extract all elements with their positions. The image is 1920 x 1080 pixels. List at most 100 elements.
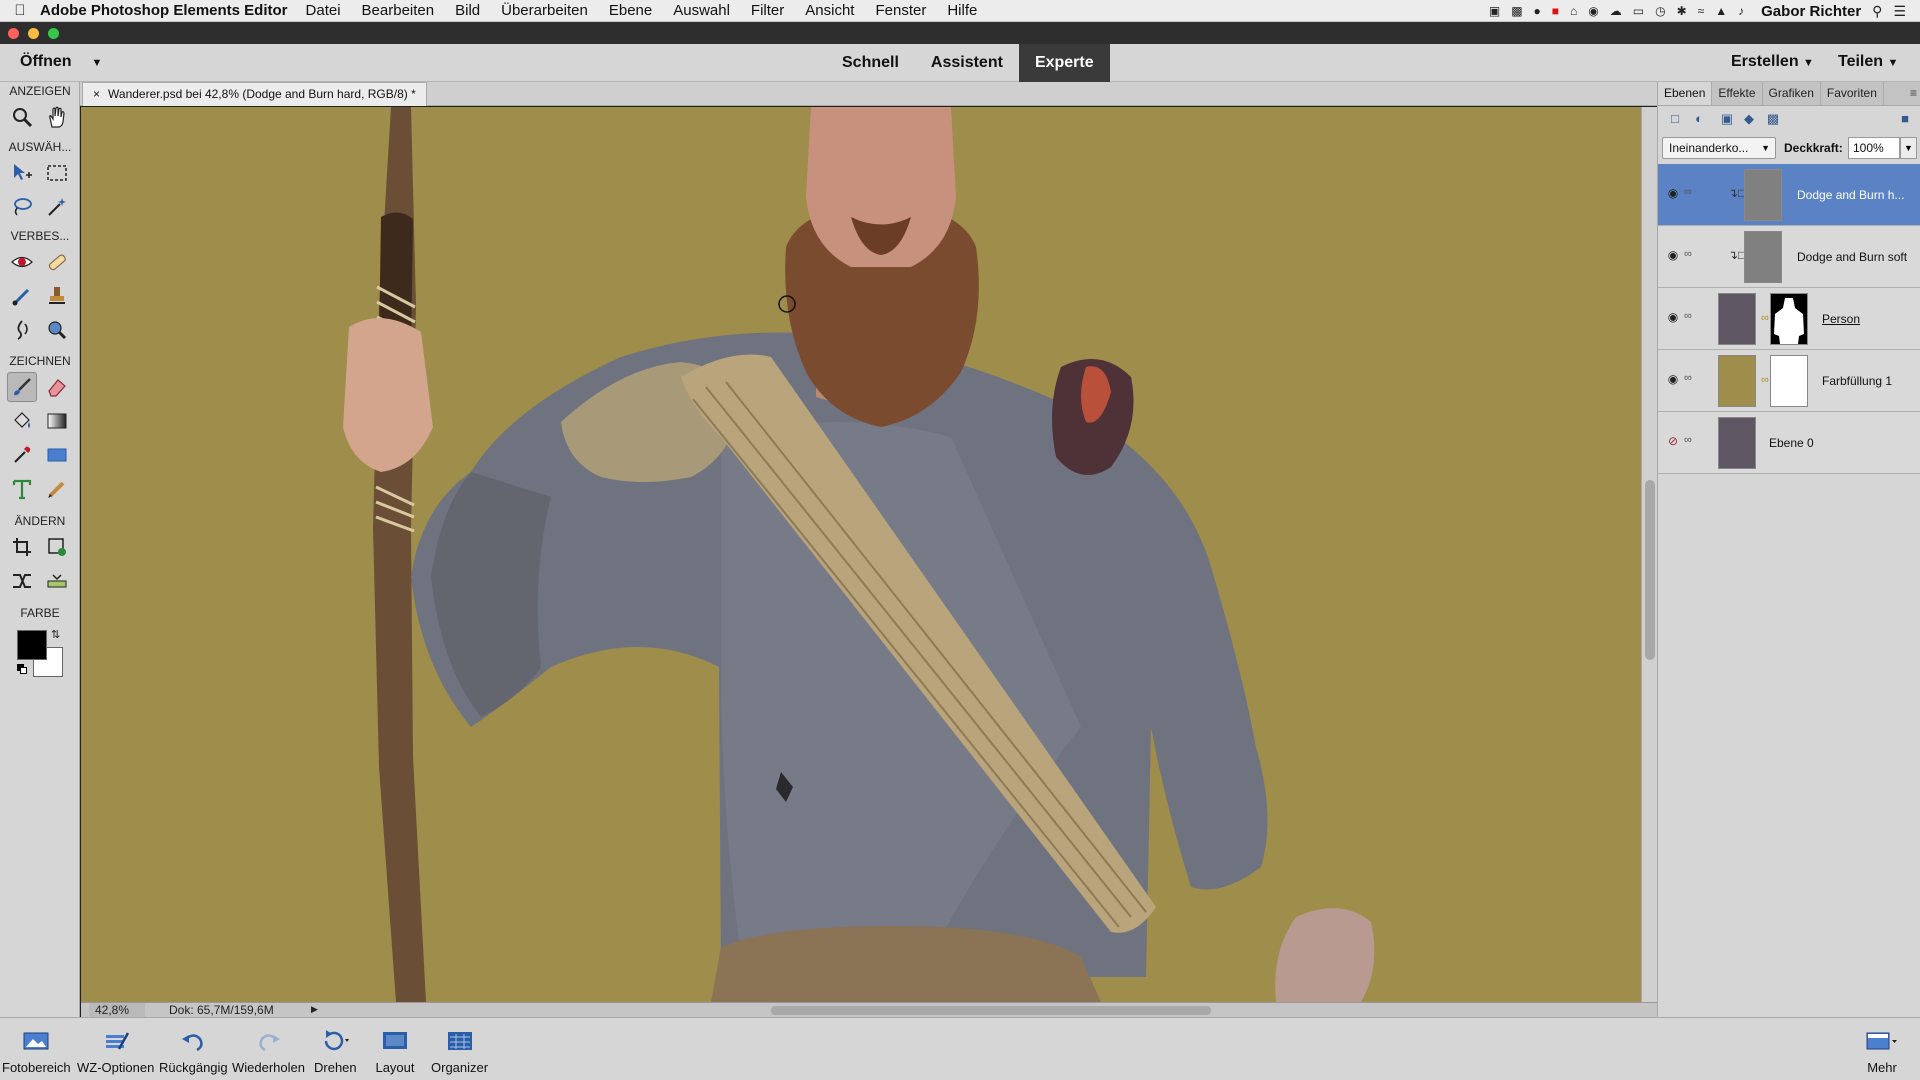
tab-ebenen[interactable]: Ebenen bbox=[1658, 82, 1713, 105]
spot-healing-icon[interactable] bbox=[42, 247, 72, 277]
link-icon[interactable]: ∞ bbox=[1684, 310, 1692, 322]
brush-tool-icon[interactable] bbox=[7, 372, 37, 402]
more-button[interactable]: Mehr bbox=[1862, 1026, 1902, 1078]
gradient-tool-icon[interactable] bbox=[42, 406, 72, 436]
tab-effekte[interactable]: Effekte bbox=[1712, 82, 1763, 105]
scrollbar-thumb[interactable] bbox=[1645, 480, 1655, 660]
new-layer-icon[interactable]: □ bbox=[1666, 111, 1684, 129]
search-icon[interactable]: ⚲ bbox=[1872, 3, 1882, 20]
close-icon[interactable]: × bbox=[93, 87, 100, 101]
tool-options-button[interactable]: WZ-Optionen bbox=[77, 1026, 154, 1078]
menu-bearbeiten[interactable]: Bearbeiten bbox=[362, 2, 435, 19]
type-tool-icon[interactable] bbox=[7, 474, 37, 504]
eye-icon[interactable]: ◉ bbox=[1666, 310, 1680, 324]
move-tool-icon[interactable] bbox=[7, 158, 37, 188]
eject-icon[interactable]: ▲ bbox=[1715, 4, 1727, 18]
menu-auswahl[interactable]: Auswahl bbox=[673, 2, 730, 19]
image-canvas[interactable] bbox=[81, 107, 1641, 1002]
layout-button[interactable]: Layout bbox=[375, 1026, 415, 1078]
eye-icon[interactable]: ◉ bbox=[1666, 372, 1680, 386]
hand-tool-icon[interactable] bbox=[42, 102, 72, 132]
pencil-tool-icon[interactable] bbox=[42, 474, 72, 504]
undo-button[interactable]: Rückgängig bbox=[159, 1026, 228, 1078]
blur-tool-icon[interactable] bbox=[7, 315, 37, 345]
menu-ebene[interactable]: Ebene bbox=[609, 2, 652, 19]
content-move-icon[interactable] bbox=[7, 566, 37, 596]
display-icon[interactable]: ▭ bbox=[1633, 4, 1644, 18]
document-tab[interactable]: × Wanderer.psd bei 42,8% (Dodge and Burn … bbox=[82, 82, 427, 106]
record-icon[interactable]: ◉ bbox=[1588, 4, 1598, 18]
apple-icon[interactable]:  bbox=[0, 2, 40, 19]
layer-row-dodge-burn-hard[interactable]: ◉ ∞ ↴□ Dodge and Burn h... bbox=[1658, 164, 1920, 226]
menu-filter[interactable]: Filter bbox=[751, 2, 784, 19]
opacity-input[interactable]: 100% bbox=[1848, 137, 1900, 159]
close-window-button[interactable] bbox=[8, 28, 19, 39]
menu-ansicht[interactable]: Ansicht bbox=[805, 2, 854, 19]
redo-button[interactable]: Wiederholen bbox=[232, 1026, 305, 1078]
layer-name[interactable]: Dodge and Burn h... bbox=[1797, 188, 1904, 202]
horizontal-scrollbar-thumb[interactable] bbox=[771, 1006, 1211, 1015]
paint-bucket-icon[interactable] bbox=[7, 406, 37, 436]
wifi-icon[interactable]: ≈ bbox=[1698, 4, 1705, 18]
photo-bin-button[interactable]: Fotobereich bbox=[2, 1026, 71, 1078]
trash-icon[interactable]: ■ bbox=[1896, 111, 1914, 129]
zoom-window-button[interactable] bbox=[48, 28, 59, 39]
home-icon[interactable]: ⌂ bbox=[1570, 4, 1577, 18]
rotate-button[interactable]: Drehen bbox=[314, 1026, 357, 1078]
chat-icon[interactable]: ▩ bbox=[1511, 4, 1522, 18]
cloud-icon[interactable]: ☁ bbox=[1610, 4, 1622, 18]
blend-mode-select[interactable]: Ineinanderko... ▼ bbox=[1662, 137, 1776, 159]
straighten-tool-icon[interactable] bbox=[42, 566, 72, 596]
shape-tool-icon[interactable] bbox=[42, 440, 72, 470]
crop-tool-icon[interactable] bbox=[7, 532, 37, 562]
zoom-tool-icon[interactable] bbox=[7, 102, 37, 132]
recompose-tool-icon[interactable] bbox=[42, 532, 72, 562]
app-name[interactable]: Adobe Photoshop Elements Editor bbox=[40, 2, 288, 19]
swap-colors-icon[interactable]: ⇅ bbox=[51, 628, 60, 641]
zoom-field[interactable]: 42,8% bbox=[89, 1003, 145, 1018]
lasso-tool-icon[interactable] bbox=[7, 192, 37, 222]
menu-ueberarbeiten[interactable]: Überarbeiten bbox=[501, 2, 588, 19]
opacity-dropdown-icon[interactable]: ▼ bbox=[1900, 137, 1917, 159]
menu-fenster[interactable]: Fenster bbox=[875, 2, 926, 19]
tab-schnell[interactable]: Schnell bbox=[826, 44, 915, 82]
tab-grafiken[interactable]: Grafiken bbox=[1763, 82, 1821, 105]
lock-icon[interactable]: ◆ bbox=[1740, 111, 1758, 129]
evernote-icon[interactable]: ● bbox=[1534, 4, 1541, 18]
adobe-icon[interactable]: ■ bbox=[1552, 4, 1559, 18]
menu-datei[interactable]: Datei bbox=[306, 2, 341, 19]
red-eye-tool-icon[interactable] bbox=[7, 247, 37, 277]
layer-name[interactable]: Ebene 0 bbox=[1769, 436, 1814, 450]
eye-icon[interactable]: ◉ bbox=[1666, 248, 1680, 262]
user-name[interactable]: Gabor Richter bbox=[1761, 3, 1861, 20]
tab-experte[interactable]: Experte bbox=[1018, 44, 1110, 82]
link-icon[interactable]: ∞ bbox=[1684, 186, 1692, 198]
screen-icon[interactable]: ▣ bbox=[1489, 4, 1500, 18]
menu-bild[interactable]: Bild bbox=[455, 2, 480, 19]
layer-name[interactable]: Dodge and Burn soft bbox=[1797, 250, 1907, 264]
eye-hidden-icon[interactable]: ⊘ bbox=[1666, 434, 1680, 448]
eraser-tool-icon[interactable] bbox=[42, 372, 72, 402]
smart-brush-icon[interactable] bbox=[7, 281, 37, 311]
clone-stamp-icon[interactable] bbox=[42, 281, 72, 311]
eyedropper-icon[interactable] bbox=[7, 440, 37, 470]
adjustment-layer-icon[interactable]: ◐ bbox=[1690, 111, 1708, 129]
menu-hilfe[interactable]: Hilfe bbox=[947, 2, 977, 19]
vertical-scrollbar[interactable] bbox=[1641, 107, 1657, 1002]
layer-row-ebene-0[interactable]: ⊘ ∞ Ebene 0 bbox=[1658, 412, 1920, 474]
tab-assistent[interactable]: Assistent bbox=[915, 44, 1019, 82]
panel-menu-icon[interactable]: ≡ bbox=[1910, 86, 1917, 100]
minimize-window-button[interactable] bbox=[28, 28, 39, 39]
default-colors-icon[interactable] bbox=[17, 664, 27, 674]
layer-name[interactable]: Farbfüllung 1 bbox=[1822, 374, 1892, 388]
organizer-button[interactable]: Organizer bbox=[431, 1026, 488, 1078]
time-machine-icon[interactable]: ◷ bbox=[1655, 4, 1665, 18]
lock-all-icon[interactable]: ▩ bbox=[1764, 111, 1782, 129]
layer-row-person[interactable]: ◉ ∞ ∞ Person bbox=[1658, 288, 1920, 350]
bluetooth-icon[interactable]: ✱ bbox=[1677, 4, 1687, 18]
mask-link-icon[interactable]: ∞ bbox=[1761, 374, 1769, 386]
layer-name[interactable]: Person bbox=[1822, 312, 1860, 326]
sponge-tool-icon[interactable] bbox=[42, 315, 72, 345]
link-icon[interactable]: ∞ bbox=[1684, 434, 1692, 446]
layer-row-farbfuellung[interactable]: ◉ ∞ ∞ Farbfüllung 1 bbox=[1658, 350, 1920, 412]
